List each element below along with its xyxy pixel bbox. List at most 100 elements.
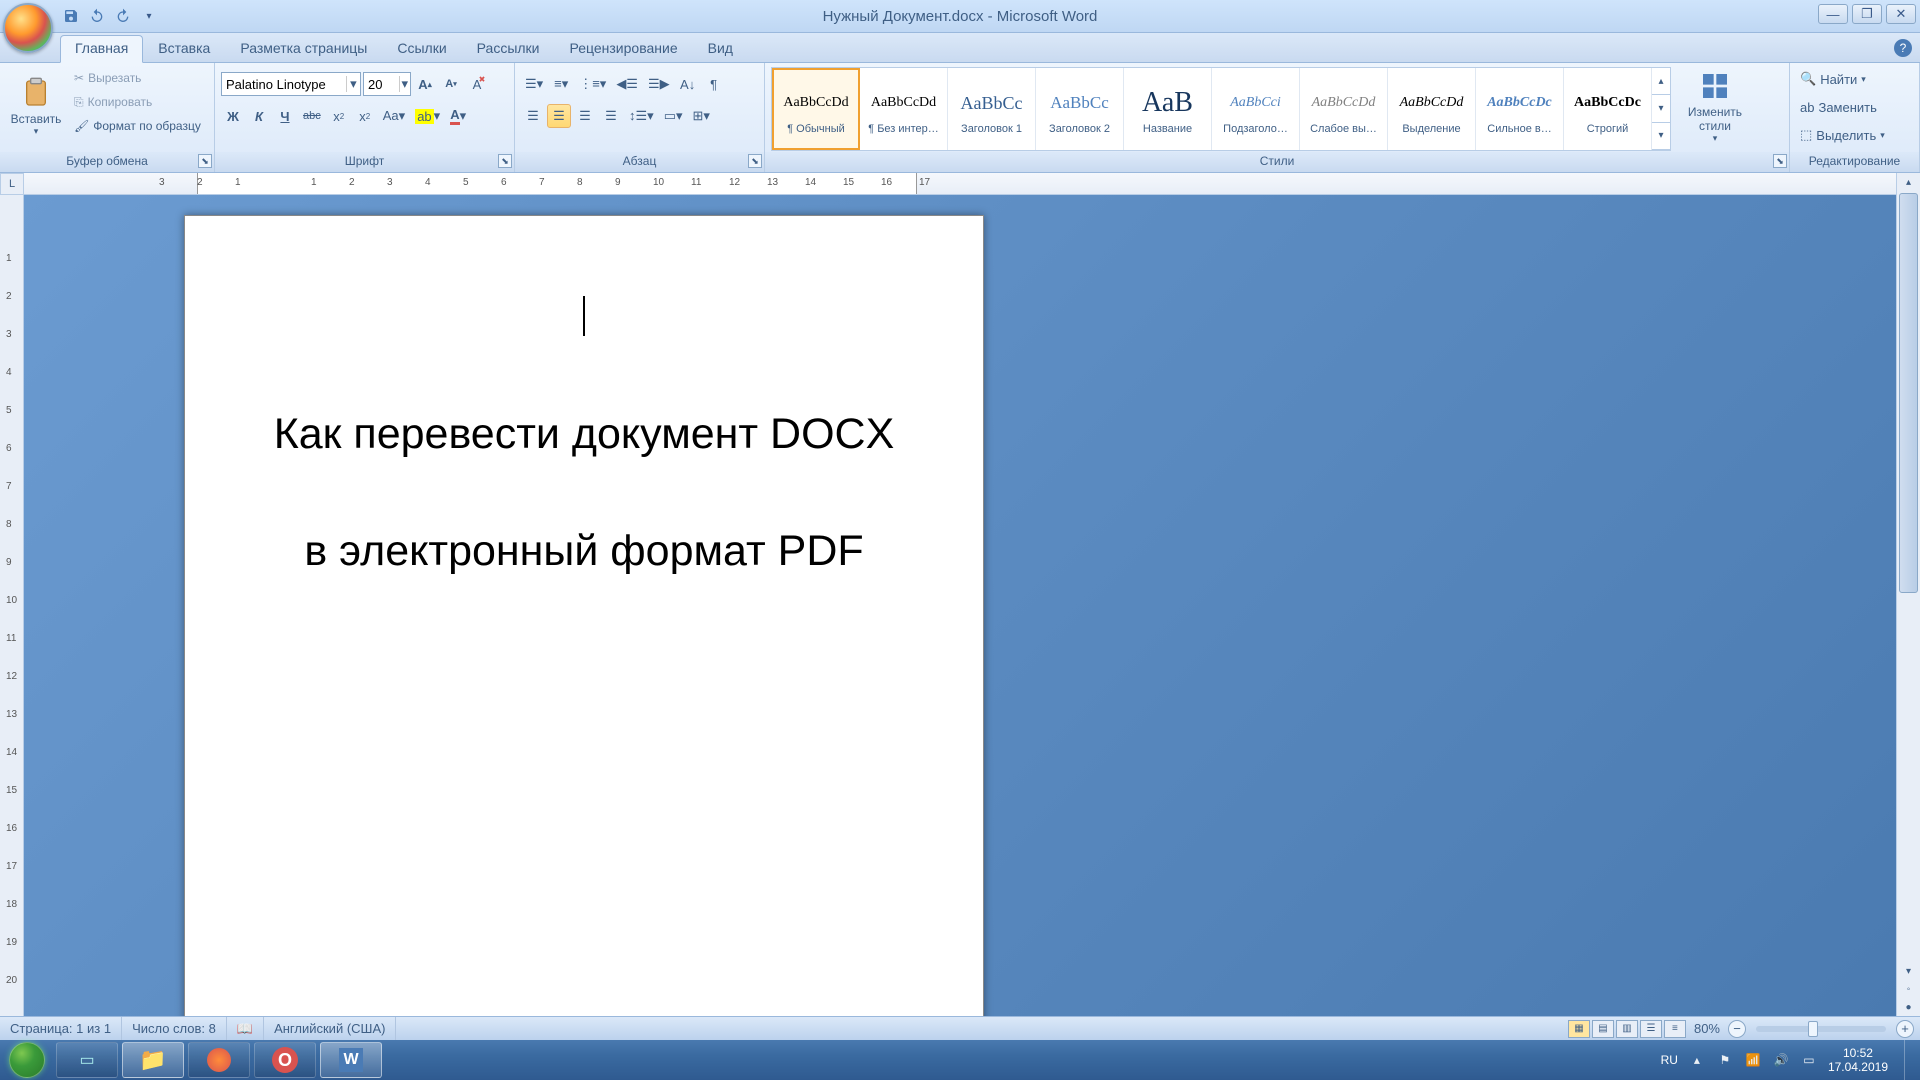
view-outline[interactable]: ☰: [1640, 1020, 1662, 1038]
format-painter-button[interactable]: 🖌Формат по образцу: [70, 115, 205, 137]
shrink-font-button[interactable]: A▾: [439, 72, 463, 96]
change-styles-button[interactable]: Изменить стили ▾: [1677, 67, 1753, 147]
show-marks-button[interactable]: ¶: [702, 72, 726, 96]
taskbar-desktop[interactable]: ▭: [56, 1042, 118, 1078]
view-web[interactable]: ▥: [1616, 1020, 1638, 1038]
paragraph-launcher[interactable]: ⬊: [748, 154, 762, 168]
styles-scroll-up[interactable]: ▴: [1652, 68, 1670, 95]
view-print-layout[interactable]: ▦: [1568, 1020, 1590, 1038]
underline-button[interactable]: Ч: [273, 104, 297, 128]
horizontal-ruler[interactable]: 3211234567891011121314151617: [24, 173, 1896, 195]
zoom-slider-thumb[interactable]: [1808, 1021, 1818, 1037]
vertical-ruler[interactable]: 1234567891011121314151617181920: [0, 195, 24, 1034]
taskbar-app1[interactable]: [188, 1042, 250, 1078]
minimize-button[interactable]: —: [1818, 4, 1848, 24]
style-normal[interactable]: AaBbCcDd¶ Обычный: [772, 68, 860, 150]
tab-references[interactable]: Ссылки: [382, 35, 461, 62]
style-no-spacing[interactable]: AaBbCcDd¶ Без интер…: [860, 68, 948, 150]
document-text-line1[interactable]: Как перевести документ DOCX: [235, 396, 933, 473]
scroll-down[interactable]: ▾: [1897, 962, 1920, 980]
tab-mailings[interactable]: Рассылки: [462, 35, 555, 62]
start-button[interactable]: [0, 1040, 54, 1080]
grow-font-button[interactable]: A▴: [413, 72, 437, 96]
style-subtitle[interactable]: AaBbCciПодзаголо…: [1212, 68, 1300, 150]
styles-launcher[interactable]: ⬊: [1773, 154, 1787, 168]
tray-language[interactable]: RU: [1661, 1053, 1678, 1067]
style-strong[interactable]: AaBbCcDcСтрогий: [1564, 68, 1652, 150]
taskbar-word[interactable]: W: [320, 1042, 382, 1078]
tray-volume-icon[interactable]: 🔊: [1772, 1051, 1790, 1069]
borders-button[interactable]: ⊞▾: [689, 104, 714, 128]
status-proof[interactable]: 📖: [227, 1017, 264, 1040]
superscript-button[interactable]: x2: [353, 104, 377, 128]
style-subtle-emphasis[interactable]: AaBbCcDdСлабое вы…: [1300, 68, 1388, 150]
copy-button[interactable]: ⎘Копировать: [70, 91, 205, 113]
tray-network-icon[interactable]: 📶: [1744, 1051, 1762, 1069]
clear-format-button[interactable]: A✖: [465, 72, 489, 96]
style-intense-emphasis[interactable]: AaBbCcDcСильное в…: [1476, 68, 1564, 150]
shading-button[interactable]: ▭▾: [660, 104, 687, 128]
change-case-button[interactable]: Aa▾: [379, 104, 409, 128]
prev-page[interactable]: ◦: [1897, 980, 1920, 998]
sort-button[interactable]: A↓: [676, 72, 700, 96]
align-left-button[interactable]: ☰: [521, 104, 545, 128]
tray-flag-icon[interactable]: ⚑: [1716, 1051, 1734, 1069]
browse-object[interactable]: ●: [1897, 998, 1920, 1016]
styles-scroll-down[interactable]: ▾: [1652, 95, 1670, 122]
clipboard-launcher[interactable]: ⬊: [198, 154, 212, 168]
taskbar-opera[interactable]: O: [254, 1042, 316, 1078]
tray-clock[interactable]: 10:52 17.04.2019: [1828, 1046, 1894, 1075]
font-launcher[interactable]: ⬊: [498, 154, 512, 168]
highlight-button[interactable]: ab▾: [411, 104, 444, 128]
help-button[interactable]: ?: [1894, 39, 1912, 57]
tab-home[interactable]: Главная: [60, 35, 143, 63]
view-draft[interactable]: ≡: [1664, 1020, 1686, 1038]
status-page[interactable]: Страница: 1 из 1: [0, 1017, 122, 1040]
paste-button[interactable]: Вставить ▾: [6, 67, 66, 147]
zoom-out-button[interactable]: −: [1728, 1020, 1746, 1038]
bold-button[interactable]: Ж: [221, 104, 245, 128]
cut-button[interactable]: ✂Вырезать: [70, 67, 205, 89]
zoom-slider[interactable]: [1756, 1026, 1886, 1032]
multilevel-button[interactable]: ⋮≡▾: [575, 72, 610, 96]
style-heading1[interactable]: AaBbCcЗаголовок 1: [948, 68, 1036, 150]
maximize-button[interactable]: ❐: [1852, 4, 1882, 24]
replace-button[interactable]: abЗаменить: [1796, 95, 1889, 119]
font-size-combo[interactable]: ▾: [363, 72, 411, 96]
justify-button[interactable]: ☰: [599, 104, 623, 128]
zoom-in-button[interactable]: +: [1896, 1020, 1914, 1038]
scroll-thumb[interactable]: [1899, 193, 1918, 593]
scroll-up[interactable]: ▴: [1897, 173, 1920, 191]
document-canvas[interactable]: Как перевести документ DOCX в электронны…: [24, 195, 1896, 1034]
office-button[interactable]: [3, 3, 53, 53]
status-words[interactable]: Число слов: 8: [122, 1017, 227, 1040]
line-spacing-button[interactable]: ↕☰▾: [625, 104, 658, 128]
tab-view[interactable]: Вид: [693, 35, 748, 62]
style-title[interactable]: АаВНазвание: [1124, 68, 1212, 150]
status-language[interactable]: Английский (США): [264, 1017, 396, 1040]
subscript-button[interactable]: x2: [327, 104, 351, 128]
numbering-button[interactable]: ≡▾: [549, 72, 573, 96]
italic-button[interactable]: К: [247, 104, 271, 128]
qat-save[interactable]: [60, 5, 82, 27]
zoom-level[interactable]: 80%: [1694, 1021, 1720, 1036]
find-button[interactable]: 🔍Найти▾: [1796, 67, 1889, 91]
bullets-button[interactable]: ☰▾: [521, 72, 547, 96]
tray-battery-icon[interactable]: ▭: [1800, 1051, 1818, 1069]
vertical-scrollbar[interactable]: ▴ ▾ ◦ ● ◦: [1896, 173, 1920, 1034]
show-desktop-button[interactable]: [1904, 1040, 1916, 1080]
tab-review[interactable]: Рецензирование: [555, 35, 693, 62]
style-emphasis[interactable]: AaBbCcDdВыделение: [1388, 68, 1476, 150]
align-center-button[interactable]: ☰: [547, 104, 571, 128]
tab-insert[interactable]: Вставка: [143, 35, 225, 62]
strike-button[interactable]: abc: [299, 104, 325, 128]
style-heading2[interactable]: AaBbCcЗаголовок 2: [1036, 68, 1124, 150]
document-text-line2[interactable]: в электронный формат PDF: [235, 513, 933, 590]
decrease-indent-button[interactable]: ◀☰: [612, 72, 642, 96]
font-color-button[interactable]: A▾: [446, 104, 470, 128]
select-button[interactable]: ⬚Выделить▾: [1796, 123, 1889, 147]
increase-indent-button[interactable]: ☰▶: [644, 72, 674, 96]
qat-redo[interactable]: [112, 5, 134, 27]
view-full-screen[interactable]: ▤: [1592, 1020, 1614, 1038]
page[interactable]: Как перевести документ DOCX в электронны…: [184, 215, 984, 1034]
